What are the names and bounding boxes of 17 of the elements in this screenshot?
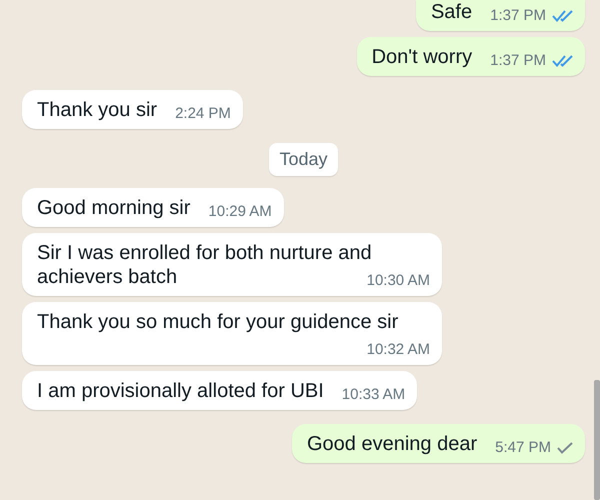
message-time: 1:37 PM	[490, 52, 546, 70]
scrollbar[interactable]	[594, 380, 600, 500]
message-text: Thank you sir	[37, 99, 158, 121]
message-time: 10:32 AM	[366, 341, 430, 359]
message-time: 10:29 AM	[208, 203, 272, 221]
message-time: 2:24 PM	[175, 105, 231, 123]
message-time: 5:47 PM	[495, 439, 551, 457]
message-time: 10:30 AM	[366, 272, 430, 290]
message-text: Safe	[430, 1, 472, 23]
message-text: Thank you so much for your guidence sir	[37, 311, 398, 333]
message-time: 1:37 PM	[490, 7, 546, 25]
message-time: 10:33 AM	[342, 386, 406, 404]
message-text: Good morning sir	[37, 197, 190, 219]
message-text: I am provisionally alloted for UBI	[37, 380, 324, 402]
message-text: Don't worry	[372, 46, 472, 68]
date-chip: Today	[269, 143, 338, 176]
message-text: Good evening dear	[306, 433, 478, 455]
